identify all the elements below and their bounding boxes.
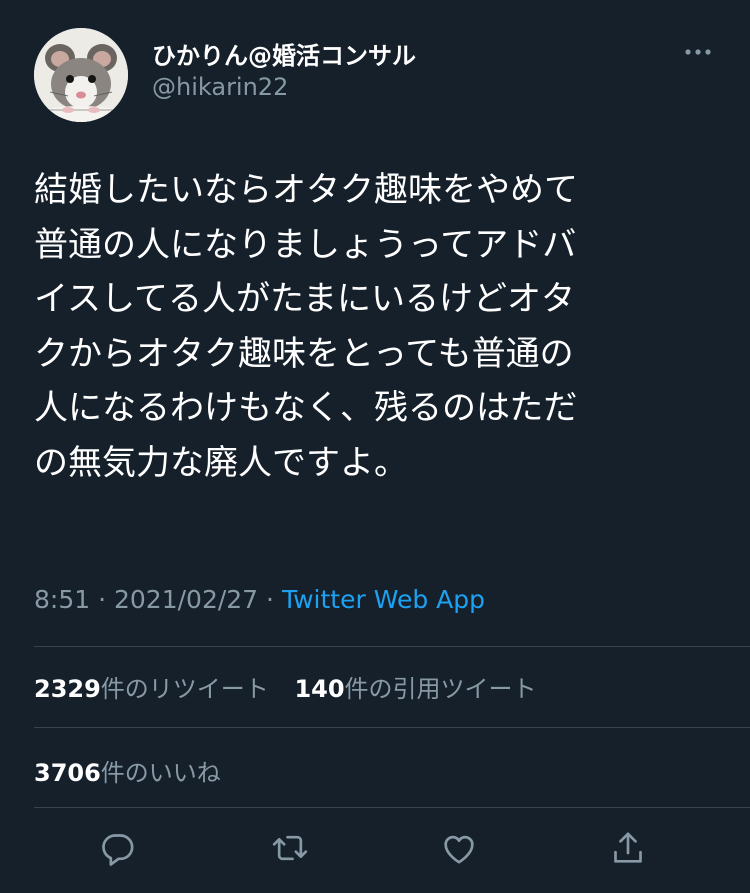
likes-count: 3706 [34, 759, 101, 787]
retweets-count: 2329 [34, 675, 101, 703]
share-icon [614, 832, 642, 863]
retweets-label: 件のリツイート [100, 675, 269, 703]
quotes-stat[interactable]: 140件の引用ツイート [294, 675, 536, 703]
meta-separator: · [98, 585, 107, 614]
like-icon [444, 835, 474, 864]
tweet-text-line: 結婚したいならオタク趣味をやめて [34, 170, 578, 210]
tweet-text-line: イスしてる人がたまにいるけどオタ [34, 279, 575, 319]
reply-button[interactable] [96, 826, 140, 870]
tweet-text-line: 普通の人になりましょうってアドバ [34, 224, 577, 265]
rat-avatar-icon [34, 28, 128, 122]
quotes-label: 件の引用ツイート [344, 675, 537, 703]
tweet-text-line: 人になるわけもなく、残るのはただ [34, 388, 578, 428]
retweets-stat[interactable]: 2329件のリツイート [34, 675, 269, 703]
more-options-icon[interactable] [680, 40, 716, 64]
retweet-button[interactable] [268, 826, 312, 870]
tweet-source-link[interactable]: Twitter Web App [282, 585, 485, 614]
tweet-text: 結婚したいならオタク趣味をやめて 普通の人になりましょうってアドバ イスしてる人… [34, 163, 724, 490]
quotes-count: 140 [294, 675, 345, 703]
divider [34, 646, 750, 647]
author-display-name[interactable]: ひかりん@婚活コンサル [152, 36, 416, 71]
tweet-text-line: クからオタク趣味をとっても普通の [34, 333, 574, 374]
divider [34, 807, 750, 808]
likes-label: 件のいいね [100, 759, 221, 787]
likes-stat[interactable]: 3706件のいいね [34, 759, 221, 787]
tweet-date[interactable]: 2021/02/27 [114, 585, 258, 614]
tweet-meta: 8:51 · 2021/02/27 · Twitter Web App [34, 585, 485, 614]
retweet-icon [272, 835, 308, 861]
meta-separator: · [266, 585, 274, 614]
retweet-stats-row: 2329件のリツイート 140件の引用ツイート [34, 669, 537, 704]
tweet-time[interactable]: 8:51 [34, 585, 90, 614]
author-handle[interactable]: @hikarin22 [152, 73, 288, 101]
reply-icon [102, 834, 134, 866]
share-button[interactable] [606, 826, 650, 870]
like-stats-row: 3706件のいいね [34, 753, 221, 788]
avatar[interactable] [34, 28, 128, 122]
tweet-text-line: の無気力な廃人ですよ。 [34, 442, 408, 483]
divider [34, 727, 750, 728]
like-button[interactable] [437, 826, 481, 870]
